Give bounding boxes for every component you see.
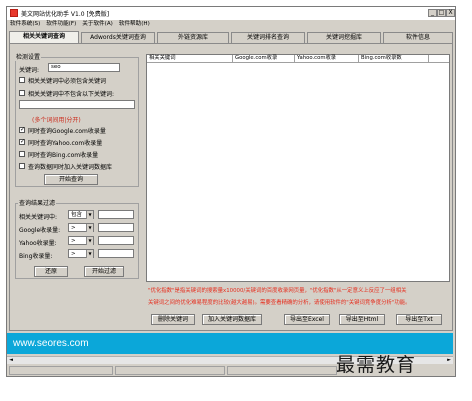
chevron-down-icon: ▼ bbox=[86, 211, 93, 219]
notice-line-2: 关键词之间的优化难易程度的比较(越大越易)。需要查看精确的分析，请使用软件的"关… bbox=[148, 300, 411, 306]
export-excel-button[interactable]: 导出至Excel bbox=[284, 314, 330, 325]
maximize-button[interactable]: □ bbox=[437, 9, 446, 17]
filter-input-bing[interactable] bbox=[98, 249, 134, 258]
chevron-down-icon: ▼ bbox=[86, 250, 93, 258]
filter-input-yahoo[interactable] bbox=[98, 236, 134, 245]
scroll-left-icon[interactable]: ◄ bbox=[7, 357, 15, 364]
yahoo-label: 同时查询Yahoo.com收录量 bbox=[28, 140, 103, 147]
filter-label-google: Google收录量: bbox=[19, 227, 61, 234]
column-header-google[interactable]: Google.com收录 bbox=[233, 55, 295, 62]
filter-input-google[interactable] bbox=[98, 223, 134, 232]
yahoo-checkbox[interactable]: ✓ bbox=[19, 139, 25, 145]
chevron-down-icon: ▼ bbox=[86, 237, 93, 245]
column-header-bing[interactable]: Bing.com收录数 bbox=[359, 55, 429, 62]
minimize-button[interactable]: _ bbox=[428, 9, 437, 17]
app-window: 美文网站优化助手 V1.0 [免费版] _ □ X 软件系统(S) 软件功能(F… bbox=[6, 6, 456, 377]
menu-about[interactable]: 关于软件(A) bbox=[82, 20, 113, 29]
google-checkbox[interactable]: ✓ bbox=[19, 127, 25, 133]
keyword-input[interactable]: seo bbox=[48, 63, 120, 72]
status-pane-3 bbox=[227, 366, 337, 375]
search-settings-title: 检测设置 bbox=[15, 52, 42, 61]
add-to-db-button[interactable]: 加入关键词数据库 bbox=[202, 314, 262, 325]
must-contain-label: 相关关键词中必须包含关键词 bbox=[28, 78, 107, 85]
filter-select-google[interactable]: > ▼ bbox=[68, 223, 94, 232]
keyword-label: 关键词: bbox=[19, 67, 40, 74]
tab-software-info[interactable]: 软件信息 bbox=[383, 32, 453, 43]
filter-title: 查询结果过滤 bbox=[18, 198, 57, 207]
column-header-keyword[interactable]: 相关关键词 bbox=[147, 55, 233, 62]
tab-strip: 相关关键词查询 Adwords关键词查询 外链资源库 关键词排名查询 关键词挖掘… bbox=[9, 31, 453, 43]
start-query-button[interactable]: 开始查询 bbox=[44, 174, 98, 185]
column-header-yahoo[interactable]: Yahoo.com收录 bbox=[295, 55, 359, 62]
must-contain-checkbox[interactable] bbox=[19, 77, 25, 83]
bing-label: 同时查询Bing.com收录量 bbox=[28, 152, 99, 159]
banner-url: www.seores.com bbox=[13, 338, 89, 349]
filter-select-related[interactable]: 包含 ▼ bbox=[68, 210, 94, 219]
chevron-down-icon: ▼ bbox=[86, 224, 93, 232]
export-html-button[interactable]: 导出至Html bbox=[339, 314, 385, 325]
notice-line-1: "优化指数"是指关键词的搜索量x10000/关键词的百度收录网页量，"优化指数"… bbox=[148, 288, 407, 294]
tab-backlinks[interactable]: 外链资源库 bbox=[157, 32, 229, 43]
filter-select-bing[interactable]: > ▼ bbox=[68, 249, 94, 258]
tab-keyword-db[interactable]: 关键词挖掘库 bbox=[307, 32, 381, 43]
tab-related-keywords[interactable]: 相关关键词查询 bbox=[9, 31, 79, 43]
app-icon bbox=[10, 9, 18, 17]
add-db-label: 查询数据同时加入关键词数据库 bbox=[28, 164, 113, 171]
tab-ranking[interactable]: 关键词排名查询 bbox=[231, 32, 305, 43]
results-table[interactable]: 相关关键词 Google.com收录 Yahoo.com收录 Bing.com收… bbox=[146, 54, 450, 282]
bing-checkbox[interactable] bbox=[19, 151, 25, 157]
status-pane-2 bbox=[115, 366, 225, 375]
scroll-right-icon[interactable]: ► bbox=[445, 357, 453, 364]
filter-label-bing: Bing收录量: bbox=[19, 253, 53, 260]
filter-select-yahoo[interactable]: > ▼ bbox=[68, 236, 94, 245]
not-contain-label: 相关关键词中不包含以下关键词: bbox=[28, 91, 115, 98]
title-bar: 美文网站优化助手 V1.0 [免费版] _ □ X bbox=[7, 7, 455, 20]
menu-help[interactable]: 软件帮助(H) bbox=[119, 20, 150, 29]
hint-text: (多个词间用|分开) bbox=[32, 117, 81, 124]
export-txt-button[interactable]: 导出至Txt bbox=[396, 314, 442, 325]
results-header: 相关关键词 Google.com收录 Yahoo.com收录 Bing.com收… bbox=[147, 55, 449, 63]
close-button[interactable]: X bbox=[446, 9, 455, 17]
tab-adwords[interactable]: Adwords关键词查询 bbox=[81, 32, 155, 43]
add-db-checkbox[interactable] bbox=[19, 163, 25, 169]
exclude-words-input[interactable] bbox=[19, 100, 135, 109]
status-pane-1 bbox=[9, 366, 113, 375]
not-contain-checkbox[interactable] bbox=[19, 90, 25, 96]
watermark-text: 最需教育 bbox=[336, 354, 417, 376]
menu-bar: 软件系统(S) 软件功能(F) 关于软件(A) 软件帮助(H) bbox=[7, 20, 458, 29]
menu-system[interactable]: 软件系统(S) bbox=[10, 20, 40, 29]
filter-button[interactable]: 开始过滤 bbox=[84, 266, 124, 277]
reset-button[interactable]: 还原 bbox=[34, 266, 68, 277]
google-label: 同时查询Google.com收录量 bbox=[28, 128, 106, 135]
filter-label-related: 相关关键词中: bbox=[19, 214, 58, 221]
filter-input-related[interactable] bbox=[98, 210, 134, 219]
main-panel: 检测设置 关键词: seo 相关关键词中必须包含关键词 相关关键词中不包含以下关… bbox=[9, 43, 453, 331]
filter-label-yahoo: Yahoo收录量: bbox=[19, 240, 57, 247]
menu-function[interactable]: 软件功能(F) bbox=[46, 20, 76, 29]
window-title: 美文网站优化助手 V1.0 [免费版] bbox=[21, 11, 110, 18]
delete-keyword-button[interactable]: 删除关键词 bbox=[151, 314, 195, 325]
